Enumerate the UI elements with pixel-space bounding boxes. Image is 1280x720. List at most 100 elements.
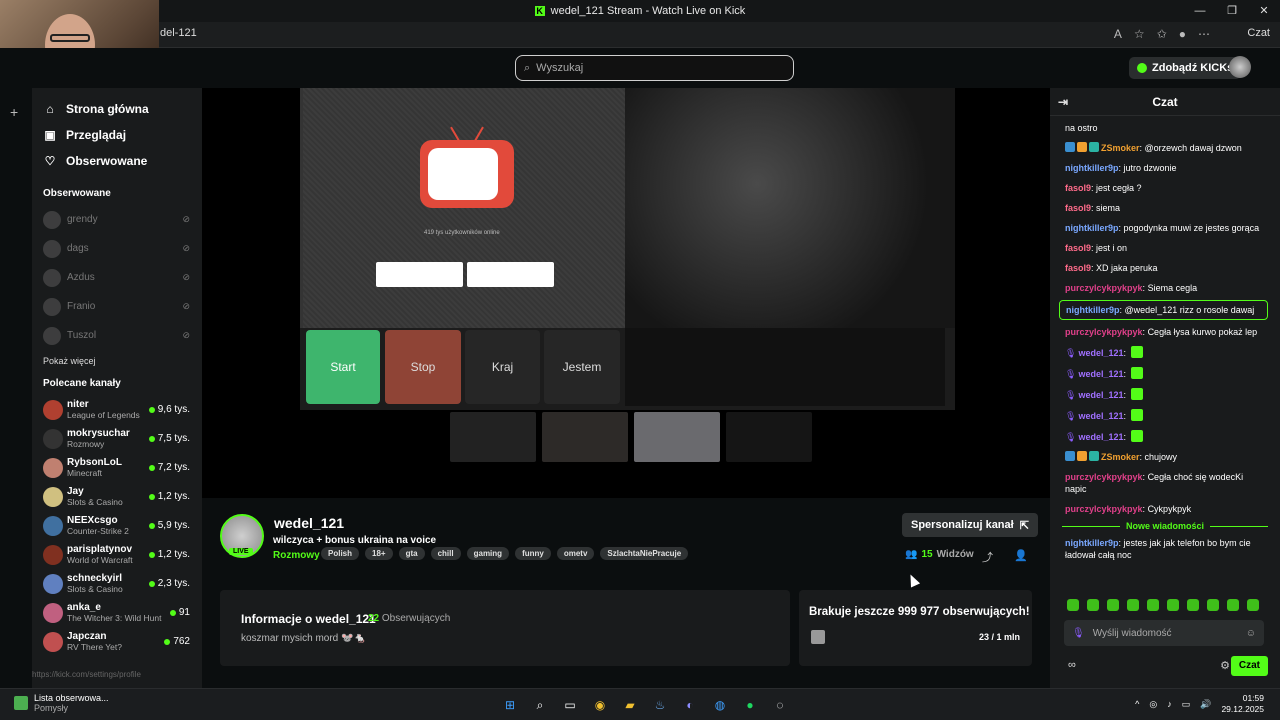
emote-icon[interactable] [1247,599,1259,611]
maximize-button[interactable]: ❐ [1216,0,1248,22]
read-aloud-icon[interactable]: A [1114,27,1122,41]
followed-channel[interactable]: Franio ⊘ [32,292,202,321]
follow-user-icon[interactable]: 👤 [1014,549,1028,562]
discord-icon[interactable]: ◐ [680,695,700,715]
chevron-up-icon[interactable]: ^ [1135,699,1139,709]
close-button[interactable]: ✕ [1248,0,1280,22]
followed-channel[interactable]: Azdus ⊘ [32,263,202,292]
emote-icon[interactable] [1087,599,1099,611]
more-icon[interactable]: ⋯ [1198,27,1210,41]
star-icon[interactable]: ☆ [1134,27,1145,41]
copilot-button[interactable]: Czat [1247,27,1270,39]
chrome-icon[interactable]: ◉ [590,695,610,715]
chat-username[interactable]: ZSmoker [1101,143,1140,153]
recommended-channel[interactable]: schneckyirl Slots & Casino 2,3 tys. [32,569,202,598]
mic-tray-icon[interactable]: ♪ [1167,699,1172,709]
chat-username[interactable]: nightkiller9p [1065,163,1119,173]
chat-username[interactable]: nightkiller9p [1066,305,1120,315]
nav-item[interactable]: ▣ Przeglądaj [32,122,202,148]
chat-username[interactable]: wedel_121 [1078,390,1123,400]
recommended-channel[interactable]: NEEXcsgo Counter-Strike 2 5,9 tys. [32,511,202,540]
emote-icon[interactable] [1127,599,1139,611]
emote-icon[interactable] [1227,599,1239,611]
profile-icon[interactable]: ● [1179,27,1186,41]
tag-chip[interactable]: 18+ [365,547,393,560]
spotify-icon[interactable]: ● [740,695,760,715]
gear-icon[interactable]: ⚙ [1220,659,1230,672]
minimize-button[interactable]: — [1184,0,1216,22]
tag-chip[interactable]: chill [430,547,461,560]
tag-chip[interactable]: ometv [556,547,595,560]
chat-username[interactable]: fasol9 [1065,183,1091,193]
recommended-channel[interactable]: niter League of Legends 9,6 tys. [32,395,202,424]
url-field[interactable]: del-121 [160,27,197,39]
chat-username[interactable]: wedel_121 [1078,432,1123,442]
recommended-channel[interactable]: parisplatynov World of Warcraft 1,2 tys. [32,540,202,569]
chat-username[interactable]: fasol9 [1065,203,1091,213]
add-icon[interactable]: + [10,104,18,120]
emote-icon[interactable] [1167,599,1179,611]
emote-icon[interactable] [1207,599,1219,611]
explorer-icon[interactable]: ▰ [620,695,640,715]
nav-item[interactable]: ⌂ Strona główna [32,96,202,122]
task-view-icon[interactable]: ▭ [560,695,580,715]
user-avatar[interactable] [1229,56,1251,78]
stream-category[interactable]: Rozmowy [273,550,320,561]
nav-item[interactable]: ♡ Obserwowane [32,148,202,174]
monitor-icon[interactable]: ▭ [1182,699,1191,710]
chat-username[interactable]: fasol9 [1065,263,1091,273]
chat-username[interactable]: purczylcykpykpyk [1065,283,1143,293]
emote-icon[interactable] [1067,599,1079,611]
channel-name[interactable]: wedel_121 [274,515,344,531]
steam-icon[interactable]: ♨ [650,695,670,715]
share-icon[interactable]: ⤴ [982,549,993,565]
chat-username[interactable]: wedel_121 [1078,411,1123,421]
recommended-channel[interactable]: Japczan RV There Yet? 762 [32,627,202,656]
personalize-button[interactable]: Spersonalizuj kanał ⇱ [902,513,1038,537]
windows-start-icon[interactable]: ⊞ [500,695,520,715]
tag-chip[interactable]: Polish [321,547,360,560]
taskbar-widget[interactable]: Lista obserwowa... Pomysły [14,693,109,713]
chat-username[interactable]: nightkiller9p [1065,538,1119,548]
followed-channel[interactable]: Tuszol ⊘ [32,321,202,350]
tag-chip[interactable]: gta [398,547,425,560]
search-input[interactable]: ⌕ Wyszukaj [515,55,794,81]
chat-input[interactable]: 🎙 Wyślij wiadomość ☺ [1064,620,1264,646]
chat-username[interactable]: fasol9 [1065,243,1091,253]
chat-username[interactable]: purczylcykpykpyk [1065,472,1143,482]
chat-username[interactable]: purczylcykpykpyk [1065,327,1143,337]
get-kicks-button[interactable]: Zdobądź KICKs [1129,57,1242,79]
chat-username[interactable]: nightkiller9p [1065,223,1119,233]
recommended-channel[interactable]: Jay Slots & Casino 1,2 tys. [32,482,202,511]
recommended-channel[interactable]: mokrysuchar Rozmowy 7,5 tys. [32,424,202,453]
chat-username[interactable]: purczylcykpykpyk [1065,504,1143,514]
app-icon[interactable]: ◌ [770,695,790,715]
tag-chip[interactable]: funny [515,547,551,560]
edge-icon[interactable]: ◍ [710,695,730,715]
emote-icon[interactable] [1107,599,1119,611]
send-chat-button[interactable]: Czat [1230,656,1268,676]
chat-username[interactable]: ZSmoker [1101,452,1140,462]
search-taskbar-icon[interactable]: ⌕ [530,695,550,715]
chat-username[interactable]: wedel_121 [1078,369,1123,379]
recommended-channel[interactable]: anka_e The Witcher 3: Wild Hunt 91 [32,598,202,627]
chat-messages[interactable]: na ostro ZSmoker: @orzewch dawaj dzwon nig… [1050,118,1280,588]
show-more-link[interactable]: Pokaż więcej [32,356,202,366]
emoji-icon[interactable]: ☺ [1246,628,1256,639]
emote-icon[interactable] [1187,599,1199,611]
mic-icon: 🎙 [1065,348,1077,358]
tag-chip[interactable]: SzlachtaNiePracuje [600,547,689,560]
tray-app-icon[interactable]: ◎ [1149,699,1157,710]
tag-chip[interactable]: gaming [466,547,510,560]
clock[interactable]: 01:59 29.12.2025 [1221,693,1264,715]
emote-icon[interactable] [1147,599,1159,611]
video-player[interactable]: 419 tys użytkowników online Start Stop K… [202,88,1050,498]
favorites-icon[interactable]: ✩ [1157,27,1167,41]
collapse-chat-icon[interactable]: ⇥ [1058,95,1068,109]
chat-username[interactable]: wedel_121 [1078,348,1123,358]
followed-channel[interactable]: dags ⊘ [32,234,202,263]
followed-channel[interactable]: grendy ⊘ [32,205,202,234]
infinity-icon[interactable]: ∞ [1068,659,1076,671]
recommended-channel[interactable]: RybsonLoL Minecraft 7,2 tys. [32,453,202,482]
volume-icon[interactable]: 🔊 [1200,699,1211,710]
